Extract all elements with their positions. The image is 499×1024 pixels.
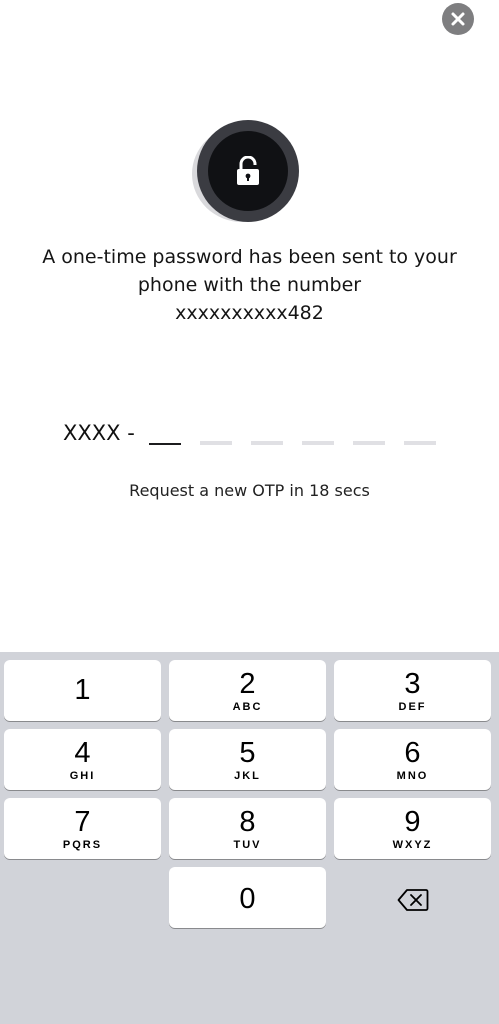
message-line-2: phone with the number bbox=[137, 274, 362, 296]
lock-badge bbox=[192, 118, 304, 222]
key-digit: 7 bbox=[74, 806, 91, 838]
otp-digit-slot-1[interactable] bbox=[148, 443, 181, 445]
key-5[interactable]: 5 JKL bbox=[169, 729, 326, 790]
resend-otp-countdown: Request a new OTP in 18 secs bbox=[129, 481, 370, 500]
key-letters: MNO bbox=[396, 770, 429, 782]
otp-input-row[interactable]: XXXX - bbox=[63, 413, 455, 449]
numeric-keypad: 1 2 ABC 3 DEF 4 GHI 5 JKL 6 MNO 7 PQRS 8… bbox=[0, 652, 499, 1024]
backspace-button[interactable] bbox=[334, 869, 491, 930]
key-8[interactable]: 8 TUV bbox=[169, 798, 326, 859]
key-letters: JKL bbox=[234, 770, 261, 782]
key-letters: TUV bbox=[233, 839, 262, 851]
otp-digit-slot-4[interactable] bbox=[301, 441, 334, 445]
lock-badge-inner bbox=[208, 131, 288, 211]
key-0[interactable]: 0 bbox=[169, 867, 326, 928]
key-7[interactable]: 7 PQRS bbox=[4, 798, 161, 859]
key-digit: 1 bbox=[74, 674, 91, 706]
lock-badge-outer bbox=[197, 120, 299, 222]
key-letters: WXYZ bbox=[392, 839, 433, 851]
key-6[interactable]: 6 MNO bbox=[334, 729, 491, 790]
key-letters: DEF bbox=[398, 701, 427, 713]
key-3[interactable]: 3 DEF bbox=[334, 660, 491, 721]
close-button[interactable] bbox=[442, 3, 474, 35]
key-letters: PQRS bbox=[62, 839, 103, 851]
otp-digit-slot-6[interactable] bbox=[403, 441, 436, 445]
otp-digit-slot-2[interactable] bbox=[199, 441, 232, 445]
key-digit: 2 bbox=[239, 668, 256, 700]
otp-digit-slot-3[interactable] bbox=[250, 441, 283, 445]
key-digit: 6 bbox=[404, 737, 421, 769]
lock-icon bbox=[237, 156, 259, 185]
close-icon bbox=[451, 12, 465, 26]
key-4[interactable]: 4 GHI bbox=[4, 729, 161, 790]
otp-prefix: XXXX - bbox=[63, 421, 135, 445]
key-digit: 9 bbox=[404, 806, 421, 838]
otp-digit-slot-5[interactable] bbox=[352, 441, 385, 445]
backspace-icon bbox=[397, 888, 428, 911]
key-digit: 3 bbox=[404, 668, 421, 700]
masked-phone-number: xxxxxxxxxx482 bbox=[175, 302, 324, 324]
key-digit: 0 bbox=[239, 882, 256, 915]
key-letters: ABC bbox=[232, 701, 263, 713]
otp-sent-message: A one-time password has been sent to you… bbox=[20, 243, 479, 327]
key-2[interactable]: 2 ABC bbox=[169, 660, 326, 721]
key-letters: GHI bbox=[69, 770, 96, 782]
key-digit: 4 bbox=[74, 737, 91, 769]
key-digit: 5 bbox=[239, 737, 256, 769]
message-line-1: A one-time password has been sent to you… bbox=[42, 246, 457, 268]
key-1[interactable]: 1 bbox=[4, 660, 161, 721]
key-9[interactable]: 9 WXYZ bbox=[334, 798, 491, 859]
key-digit: 8 bbox=[239, 806, 256, 838]
